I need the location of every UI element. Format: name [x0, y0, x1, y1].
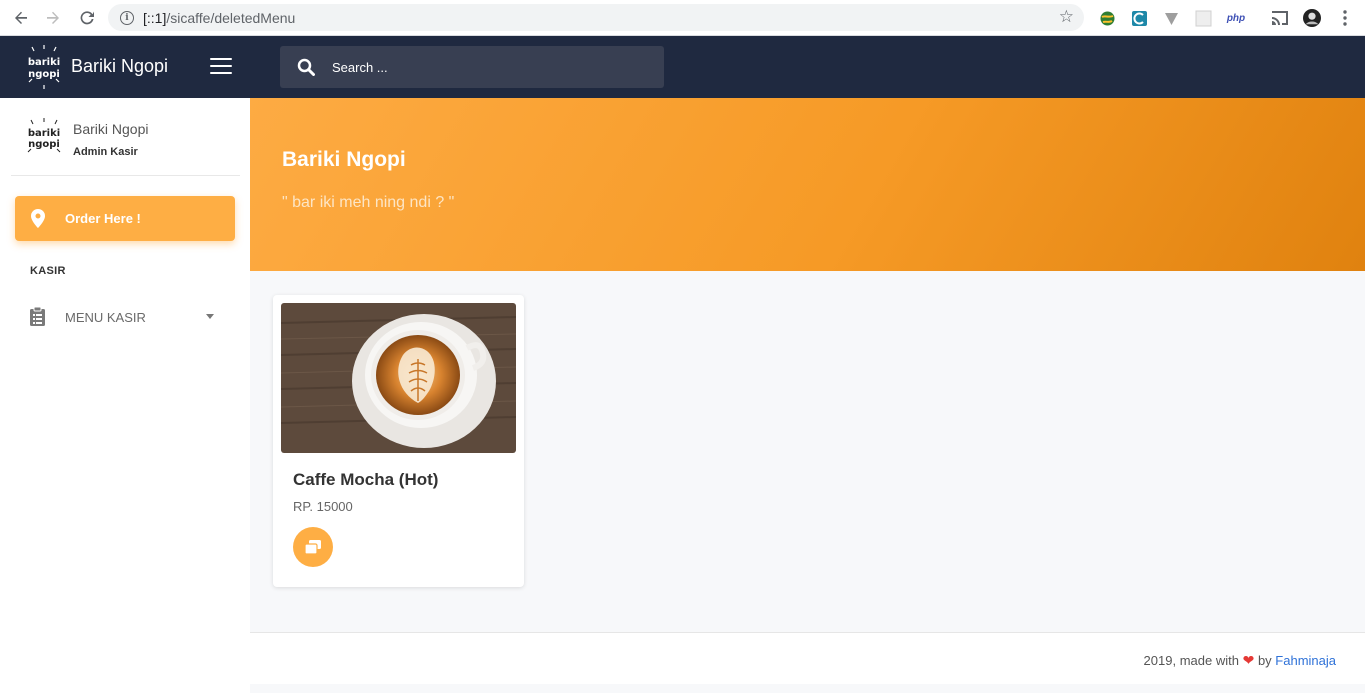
copy-icon: [305, 540, 321, 554]
sidebar-brand[interactable]: bariki ngopi Bariki Ngopi: [0, 36, 250, 98]
section-title-kasir: KASIR: [30, 265, 66, 277]
browser-toolbar: i [::1]/sicaffe/deletedMenu ☆ php: [0, 0, 1365, 36]
footer-credit: 2019, made with ❤ by Fahminaja: [1144, 652, 1336, 669]
search-input[interactable]: [332, 56, 632, 78]
avatar-logo-text-top: bariki: [28, 128, 60, 139]
c-extension-icon[interactable]: [1130, 9, 1148, 27]
hero-title: Bariki Ngopi: [282, 148, 406, 171]
browser-menu-icon[interactable]: [1336, 9, 1354, 27]
footer-prefix: 2019, made with: [1143, 653, 1239, 668]
sidebar: bariki ngopi Bariki Ngopi bariki ngopi B…: [0, 36, 250, 693]
url-text[interactable]: [::1]/sicaffe/deletedMenu: [143, 10, 295, 26]
sidebar-item-menu-kasir[interactable]: MENU KASIR: [15, 298, 235, 336]
main-content: Caffe Mocha (Hot) RP. 15000: [250, 271, 1365, 633]
brand-logo[interactable]: bariki ngopi: [26, 44, 62, 90]
user-panel: bariki ngopi Bariki Ngopi Admin Kasir: [11, 98, 240, 176]
hero-banner: Bariki Ngopi " bar iki meh ning ndi ? ": [250, 98, 1365, 271]
avatar-logo-text-bottom: ngopi: [28, 139, 60, 150]
product-card: Caffe Mocha (Hot) RP. 15000: [273, 295, 524, 587]
search-box[interactable]: [280, 46, 664, 88]
bookmark-star-icon[interactable]: ☆: [1059, 7, 1074, 27]
heart-icon: ❤: [1242, 652, 1255, 668]
product-price: RP. 15000: [293, 499, 353, 514]
footer-by: by: [1257, 653, 1272, 668]
user-name: Bariki Ngopi: [73, 121, 149, 137]
site-info-icon[interactable]: i: [120, 10, 134, 25]
back-icon[interactable]: [10, 7, 32, 29]
top-navbar: [250, 36, 1365, 98]
v-extension-icon[interactable]: [1162, 9, 1180, 27]
user-role: Admin Kasir: [73, 146, 138, 158]
product-name: Caffe Mocha (Hot): [293, 470, 439, 489]
profile-avatar-icon[interactable]: [1303, 9, 1321, 27]
order-here-button[interactable]: Order Here !: [15, 196, 235, 241]
chevron-down-icon: [206, 314, 214, 319]
globe-extension-icon[interactable]: [1098, 9, 1116, 27]
blank-extension-icon[interactable]: [1194, 9, 1212, 27]
order-here-label: Order Here !: [65, 211, 141, 226]
hero-subtitle: " bar iki meh ning ndi ? ": [282, 194, 455, 211]
bottom-strip: [250, 684, 1365, 693]
hamburger-menu-icon[interactable]: [210, 58, 232, 76]
map-pin-icon: [31, 209, 45, 228]
brand-name[interactable]: Bariki Ngopi: [71, 56, 168, 77]
product-image: [281, 303, 516, 453]
user-avatar: bariki ngopi: [27, 118, 61, 153]
footer: 2019, made with ❤ by Fahminaja: [250, 632, 1365, 684]
reload-icon[interactable]: [76, 7, 98, 29]
sidebar-item-label: MENU KASIR: [65, 310, 146, 325]
add-to-order-button[interactable]: [293, 527, 333, 567]
cast-icon[interactable]: [1271, 9, 1289, 27]
brand-logo-text-top: bariki: [28, 57, 60, 68]
search-icon[interactable]: [297, 58, 315, 76]
forward-icon[interactable]: [42, 7, 64, 29]
brand-logo-text-bottom: ngopi: [28, 69, 60, 80]
author-link[interactable]: Fahminaja: [1275, 653, 1336, 668]
clipboard-icon: [30, 307, 45, 326]
php-extension-icon[interactable]: php: [1226, 9, 1246, 27]
address-bar[interactable]: i [::1]/sicaffe/deletedMenu ☆: [108, 4, 1084, 31]
